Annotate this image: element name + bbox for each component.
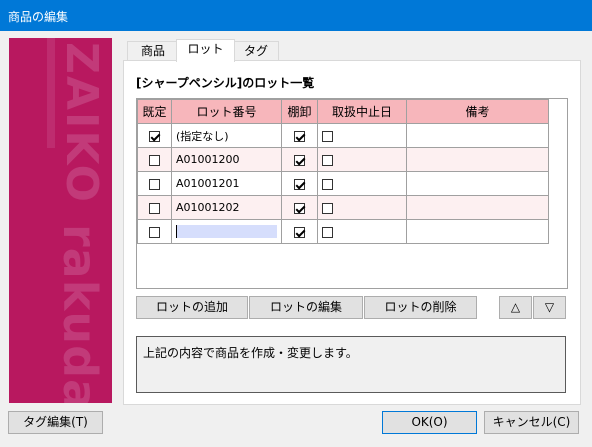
tab-lot[interactable]: ロット xyxy=(176,39,235,62)
default-checkbox[interactable] xyxy=(149,226,160,238)
sidebar-stripe xyxy=(47,38,55,148)
default-cell[interactable] xyxy=(137,219,172,244)
note-cell[interactable] xyxy=(406,195,549,220)
tag-edit-button[interactable]: タグ編集(T) xyxy=(8,411,103,434)
move-down-button[interactable]: ▽ xyxy=(533,296,566,319)
brand-sidebar: ZAIKO rakuda xyxy=(9,38,112,403)
table-header-row: 既定 ロット番号 棚卸 取扱中止日 備考 xyxy=(137,99,549,124)
inventory-checkbox[interactable] xyxy=(294,178,305,190)
discontinued-cell[interactable] xyxy=(317,123,407,148)
lot-number-cell[interactable]: (指定なし) xyxy=(171,123,282,148)
table-row[interactable]: (指定なし) xyxy=(137,123,549,148)
tab-product[interactable]: 商品 xyxy=(127,41,179,61)
note-cell[interactable] xyxy=(406,171,549,196)
lot-grid[interactable]: 既定 ロット番号 棚卸 取扱中止日 備考 (指定なし) A01001200 A0… xyxy=(136,98,568,289)
default-cell[interactable] xyxy=(137,123,172,148)
status-message: 上記の内容で商品を作成・変更します。 xyxy=(136,336,566,393)
default-cell[interactable] xyxy=(137,171,172,196)
lot-table: 既定 ロット番号 棚卸 取扱中止日 備考 (指定なし) A01001200 A0… xyxy=(137,99,549,244)
column-header-inventory[interactable]: 棚卸 xyxy=(281,99,318,124)
lot-number-input[interactable] xyxy=(176,225,277,239)
discontinued-checkbox[interactable] xyxy=(322,154,333,166)
title-bar: 商品の編集 xyxy=(0,0,592,31)
lot-list-heading: [シャープペンシル]のロット一覧 xyxy=(136,76,315,90)
default-checkbox[interactable] xyxy=(149,178,160,190)
table-row-new[interactable] xyxy=(137,219,549,244)
tab-tag[interactable]: タグ xyxy=(233,41,279,61)
inventory-cell[interactable] xyxy=(281,171,318,196)
table-row[interactable]: A01001202 xyxy=(137,195,549,220)
lot-number-cell[interactable] xyxy=(171,219,282,244)
sidebar-watermark-bottom: rakuda xyxy=(53,224,107,403)
column-header-lot-number[interactable]: ロット番号 xyxy=(171,99,282,124)
default-checkbox[interactable] xyxy=(149,202,160,214)
delete-lot-button[interactable]: ロットの削除 xyxy=(364,296,477,319)
column-header-discontinued-date[interactable]: 取扱中止日 xyxy=(317,99,407,124)
default-checkbox[interactable] xyxy=(149,154,160,166)
window-title: 商品の編集 xyxy=(8,10,69,24)
discontinued-cell[interactable] xyxy=(317,219,407,244)
default-cell[interactable] xyxy=(137,147,172,172)
lot-number-cell[interactable]: A01001200 xyxy=(171,147,282,172)
sidebar-watermark-top: ZAIKO xyxy=(56,42,107,204)
inventory-checkbox[interactable] xyxy=(294,202,305,214)
inventory-checkbox[interactable] xyxy=(294,226,305,238)
discontinued-cell[interactable] xyxy=(317,171,407,196)
discontinued-checkbox[interactable] xyxy=(322,178,333,190)
lot-panel: [シャープペンシル]のロット一覧 既定 ロット番号 棚卸 取扱中止日 備考 (指… xyxy=(123,60,581,405)
discontinued-cell[interactable] xyxy=(317,195,407,220)
inventory-checkbox[interactable] xyxy=(294,130,305,142)
note-cell[interactable] xyxy=(406,219,549,244)
lot-number-cell[interactable]: A01001201 xyxy=(171,171,282,196)
table-row[interactable]: A01001201 xyxy=(137,171,549,196)
cancel-button[interactable]: キャンセル(C) xyxy=(484,411,579,434)
note-cell[interactable] xyxy=(406,147,549,172)
inventory-cell[interactable] xyxy=(281,123,318,148)
inventory-cell[interactable] xyxy=(281,147,318,172)
column-header-note[interactable]: 備考 xyxy=(406,99,549,124)
move-up-button[interactable]: △ xyxy=(499,296,532,319)
note-cell[interactable] xyxy=(406,123,549,148)
default-cell[interactable] xyxy=(137,195,172,220)
discontinued-checkbox[interactable] xyxy=(322,202,333,214)
discontinued-checkbox[interactable] xyxy=(322,130,333,142)
ok-button[interactable]: OK(O) xyxy=(382,411,477,434)
inventory-cell[interactable] xyxy=(281,195,318,220)
lot-number-cell[interactable]: A01001202 xyxy=(171,195,282,220)
column-header-default[interactable]: 既定 xyxy=(137,99,172,124)
inventory-cell[interactable] xyxy=(281,219,318,244)
add-lot-button[interactable]: ロットの追加 xyxy=(136,296,248,319)
discontinued-cell[interactable] xyxy=(317,147,407,172)
default-checkbox[interactable] xyxy=(149,130,160,142)
edit-lot-button[interactable]: ロットの編集 xyxy=(249,296,363,319)
table-row[interactable]: A01001200 xyxy=(137,147,549,172)
discontinued-checkbox[interactable] xyxy=(322,226,333,238)
inventory-checkbox[interactable] xyxy=(294,154,305,166)
